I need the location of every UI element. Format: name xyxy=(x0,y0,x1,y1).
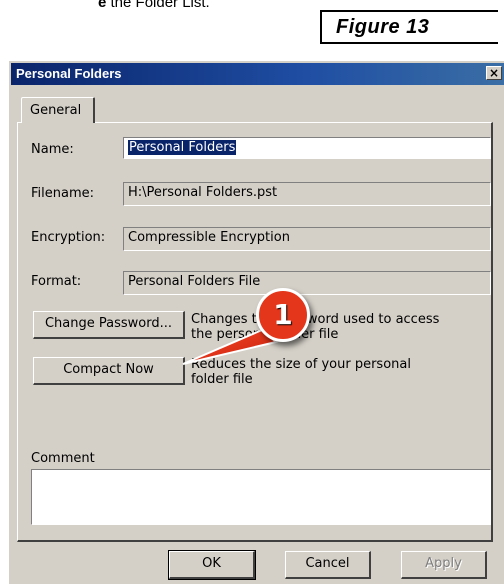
name-input[interactable]: Personal Folders xyxy=(123,137,491,159)
figure-label: Figure 13 xyxy=(336,16,430,38)
ok-label: OK xyxy=(202,556,221,571)
filename-field: H:\Personal Folders.pst xyxy=(123,182,491,206)
format-label: Format: xyxy=(31,274,82,289)
comment-textarea[interactable] xyxy=(31,469,491,525)
instruction-rest: the Folder List. xyxy=(106,0,210,11)
figure-label-box: Figure 13 xyxy=(320,10,498,44)
apply-button[interactable]: Apply xyxy=(401,551,487,579)
change-password-desc-line1: Changes the password used to access xyxy=(191,312,440,327)
dialog-title: Personal Folders xyxy=(16,66,122,81)
encryption-label: Encryption: xyxy=(31,230,106,245)
name-label: Name: xyxy=(31,142,74,157)
compact-now-button[interactable]: Compact Now xyxy=(33,357,185,385)
change-password-label: Change Password... xyxy=(44,316,173,331)
compact-now-description: Reduces the size of your personal folder… xyxy=(191,357,411,387)
format-value: Personal Folders File xyxy=(128,274,261,289)
comment-label: Comment xyxy=(31,451,95,466)
close-button[interactable]: × xyxy=(486,66,502,80)
apply-label: Apply xyxy=(425,556,462,571)
format-field: Personal Folders File xyxy=(123,271,491,295)
change-password-desc-line2: the personal folder file xyxy=(191,327,339,342)
encryption-field: Compressible Encryption xyxy=(123,227,491,251)
dialog-titlebar[interactable]: Personal Folders × xyxy=(11,63,504,85)
cancel-button[interactable]: Cancel xyxy=(285,551,371,579)
close-icon: × xyxy=(488,66,500,80)
compact-desc-line1: Reduces the size of your personal xyxy=(191,357,411,372)
name-input-value: Personal Folders xyxy=(128,140,237,155)
callout-number-badge: 1 xyxy=(256,288,310,342)
change-password-button[interactable]: Change Password... xyxy=(33,311,185,339)
tab-general[interactable]: General xyxy=(21,97,95,123)
encryption-value: Compressible Encryption xyxy=(128,230,290,245)
filename-value: H:\Personal Folders.pst xyxy=(128,185,278,200)
tab-general-label: General xyxy=(30,103,82,118)
compact-now-label: Compact Now xyxy=(63,362,154,377)
filename-label: Filename: xyxy=(31,186,95,201)
cancel-label: Cancel xyxy=(305,556,350,571)
instruction-text-fragment: e the Folder List. xyxy=(98,0,210,11)
compact-desc-line2: folder file xyxy=(191,372,253,387)
change-password-description: Changes the password used to access the … xyxy=(191,312,439,342)
ok-button[interactable]: OK xyxy=(168,550,256,580)
